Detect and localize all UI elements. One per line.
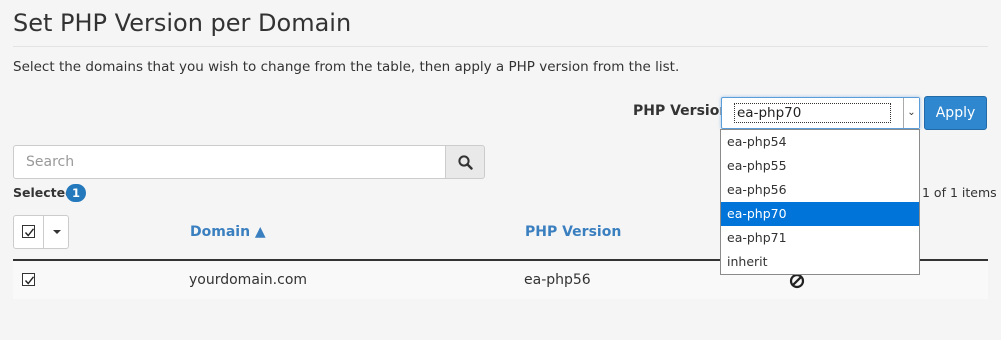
row-php-version: ea-php56 (524, 272, 591, 288)
search-button[interactable] (445, 145, 485, 179)
page-title: Set PHP Version per Domain (13, 9, 352, 37)
title-divider (13, 46, 988, 47)
column-header-php-version[interactable]: PHP Version (525, 224, 621, 240)
checkmark-icon (24, 276, 35, 285)
page: Set PHP Version per Domain Select the do… (0, 0, 1001, 340)
php-version-selected-value: ea-php70 (734, 103, 891, 123)
checkmark-icon (24, 228, 35, 237)
php-version-label: PHP Version (633, 103, 730, 119)
apply-button[interactable]: Apply (924, 96, 987, 130)
search-input[interactable] (13, 145, 446, 179)
dropdown-option-ea-php56[interactable]: ea-php56 (721, 178, 919, 202)
not-allowed-icon (789, 273, 805, 289)
php-version-dropdown: ea-php54 ea-php55 ea-php56 ea-php70 ea-p… (720, 129, 920, 275)
dropdown-option-ea-php71[interactable]: ea-php71 (721, 226, 919, 250)
chevron-down-icon[interactable]: ⌄ (903, 98, 919, 128)
dropdown-option-ea-php54[interactable]: ea-php54 (721, 130, 919, 154)
select-all-checkbox[interactable] (22, 225, 35, 238)
caret-down-icon[interactable] (53, 230, 61, 234)
row-checkbox[interactable] (22, 273, 35, 286)
page-description: Select the domains that you wish to chan… (13, 59, 680, 75)
dropdown-option-ea-php55[interactable]: ea-php55 (721, 154, 919, 178)
php-version-select[interactable]: ea-php70 ⌄ (721, 97, 920, 129)
dropdown-option-ea-php70[interactable]: ea-php70 (721, 202, 919, 226)
row-domain: yourdomain.com (189, 272, 308, 288)
search-icon (458, 155, 473, 170)
pagination-info: 1 of 1 items (922, 185, 997, 200)
select-all-control (13, 215, 69, 249)
select-all-divider (43, 216, 44, 248)
selected-label: Selected (13, 185, 75, 200)
column-header-domain[interactable]: Domain ▲ (190, 224, 266, 240)
dropdown-option-inherit[interactable]: inherit (721, 250, 919, 274)
selected-count-badge: 1 (66, 184, 86, 202)
